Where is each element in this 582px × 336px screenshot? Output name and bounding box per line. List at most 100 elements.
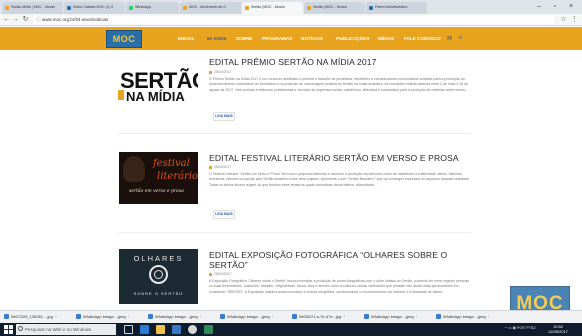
calendar-icon (209, 272, 212, 276)
browser-tab[interactable]: WhatsApp (126, 2, 179, 14)
tab-label: WhatsApp (135, 5, 152, 9)
chevron-up-icon[interactable]: ^ (200, 314, 202, 319)
reload-icon[interactable]: ↻ (21, 15, 30, 25)
url-field[interactable]: ⓘ www.moc.org.br/04-anos/noticias (34, 16, 554, 24)
app-icon[interactable] (204, 325, 213, 334)
clock-date: 12/05/2017 (548, 329, 569, 334)
language-indicator[interactable]: POR PTB2 (517, 326, 536, 330)
tab-label: Painel Administrativo (375, 5, 408, 9)
task-view-icon[interactable] (124, 325, 133, 334)
url-text: www.moc.org.br/04-anos/noticias (42, 17, 109, 22)
post-title-line: EDITAL EXPOSIÇÃO FOTOGRÁFICA “OLHARES SO… (209, 250, 448, 260)
tab-favicon-icon (67, 6, 71, 10)
post-title[interactable]: EDITAL FESTIVAL LITERÁRIO SERTÃO EM VERS… (209, 153, 459, 163)
taskbar-search-field[interactable]: Pesquisar na Web e no Windows (16, 324, 116, 335)
post-thumbnail[interactable]: OLHARES SOBRE O SERTÃO (119, 249, 198, 304)
post-date-text: 28/04/2017 (214, 272, 232, 276)
windows-start-icon[interactable] (4, 325, 13, 334)
tab-label: Sertão Mídia | MOC - Movim (11, 5, 56, 9)
camera-icon (149, 265, 168, 284)
post-divider (118, 133, 471, 134)
browser-tab[interactable]: Sobre Catarse MOC (1) X (64, 2, 125, 14)
post-excerpt: O Prêmio Sertão na Mídia 2017 é um concu… (209, 77, 469, 92)
browser-tab[interactable]: Sertão Mídia | MOC - Movim (2, 2, 63, 14)
file-explorer-icon[interactable] (156, 325, 165, 334)
calendar-icon (209, 70, 212, 74)
downloads-bar: IMG7025_136261....jpg ^ WhatsApp Image...… (0, 310, 582, 323)
thumb-title-text: festival (153, 158, 190, 169)
read-more-button[interactable]: LEIA MAIS (213, 112, 235, 121)
browser-tab[interactable]: Painel Administrativo (366, 2, 427, 14)
file-icon (220, 314, 225, 320)
download-item[interactable]: WhatsApp Image....jpeg ^ (76, 314, 130, 320)
download-item[interactable]: IMG7025_136261....jpg ^ (4, 314, 57, 320)
download-item[interactable]: WhatsApp Image....jpeg ^ (436, 314, 490, 320)
post-thumbnail[interactable]: SERTÃO NA MÍDIA (118, 67, 198, 107)
post-title-continued[interactable]: SERTÃO” (209, 260, 248, 270)
tab-favicon-icon (5, 6, 9, 10)
edge-browser-icon[interactable] (140, 325, 149, 334)
post-thumbnail[interactable]: festival literário sertão em verso e pro… (119, 152, 198, 204)
chevron-up-icon[interactable]: ^ (488, 314, 490, 319)
file-icon (436, 314, 441, 320)
thumb-subtitle-text: literário (157, 171, 198, 182)
browser-tab-active[interactable]: Sertão (MOC - Movim (242, 2, 303, 14)
camera-lens-icon (154, 270, 163, 279)
nav-programas[interactable]: PROGRAMAS (262, 36, 292, 41)
back-icon[interactable]: ← (2, 15, 11, 25)
chevron-up-icon[interactable]: ^ (416, 314, 418, 319)
thumb-caption-text: sertão em verso e prosa (129, 189, 184, 194)
site-logo[interactable]: MOC (106, 30, 142, 48)
system-tray[interactable]: ^ ▭ ◉ POR PTB2 (505, 325, 536, 330)
tab-favicon-icon (369, 6, 373, 10)
tab-favicon-icon (129, 6, 133, 10)
taskbar-clock[interactable]: 10:52 12/05/2017 (548, 324, 568, 334)
download-item[interactable]: WhatsApp Image....jpeg ^ (148, 314, 202, 320)
menu-icon[interactable]: ⋮ (570, 15, 579, 25)
download-item[interactable]: WhatsApp Image....jpeg ^ (364, 314, 418, 320)
search-placeholder: Pesquisar na Web e no Windows (25, 327, 92, 332)
chevron-up-icon[interactable]: ^ (272, 314, 274, 319)
chevron-up-icon[interactable]: ^ (343, 314, 345, 319)
tab-favicon-icon (183, 6, 187, 10)
search-icon (18, 326, 23, 331)
chevron-up-icon[interactable]: ^ (55, 314, 57, 319)
browser-tab[interactable]: Sertão (MOC - Movim (304, 2, 365, 14)
download-item[interactable]: IMG8471-s-7e-47e...jpg ^ (292, 314, 345, 320)
read-more-button[interactable]: LEIA MAIS (213, 210, 235, 219)
post-date-text: 28/04/2017 (214, 165, 232, 169)
browser-tab[interactable]: MOC - Movimento de O (180, 2, 241, 14)
thumb-illustration (123, 156, 145, 182)
post-title-line: SERTÃO” (209, 260, 248, 270)
chevron-up-icon[interactable]: ^ (128, 314, 130, 319)
download-item[interactable]: WhatsApp Image....jpeg ^ (220, 314, 274, 320)
post-excerpt: O Festival Literário “Sertão em Verso e … (209, 172, 470, 187)
tab-label: Sobre Catarse MOC (1) X (73, 5, 114, 9)
page-info-icon: ⓘ (36, 17, 42, 23)
nav-50-anos[interactable]: 50 ANOS (207, 36, 227, 41)
search-icon[interactable]: ⌕ (459, 35, 462, 42)
nav-midias[interactable]: MÍDIAS (378, 36, 394, 41)
nav-sobre[interactable]: SOBRE (236, 36, 252, 41)
calendar-icon (209, 165, 212, 169)
post-title[interactable]: EDITAL PRÊMIO SERTÃO NA MÍDIA 2017 (209, 57, 377, 67)
tab-favicon-icon (307, 6, 311, 10)
file-icon (292, 314, 297, 320)
download-filename: IMG7025_136261....jpg (11, 314, 53, 319)
post-title[interactable]: EDITAL EXPOSIÇÃO FOTOGRÁFICA “OLHARES SO… (209, 250, 447, 260)
store-icon[interactable] (172, 325, 181, 334)
close-icon[interactable]: × (564, 2, 578, 12)
chrome-icon[interactable] (188, 325, 197, 334)
tab-label: Sertão (MOC - Movim (313, 5, 348, 9)
nav-noticias[interactable]: NOTÍCIAS (301, 36, 323, 41)
minimize-icon[interactable]: – (532, 2, 546, 12)
nav-fale-conosco[interactable]: FALE CONOSCO (404, 36, 441, 41)
post-date: 28/04/2017 (209, 70, 232, 74)
nav-publicacoes[interactable]: PUBLICAÇÕES (336, 36, 369, 41)
nav-inicial[interactable]: INICIAL (178, 36, 195, 41)
maximize-icon[interactable]: ▫ (548, 2, 562, 12)
bookmark-star-icon[interactable]: ☆ (559, 15, 568, 25)
post-excerpt: A Exposição Fotográfica “Olhares sobre o… (209, 279, 470, 294)
forward-icon[interactable]: → (11, 15, 20, 25)
mail-icon[interactable]: ✉ (447, 35, 452, 42)
